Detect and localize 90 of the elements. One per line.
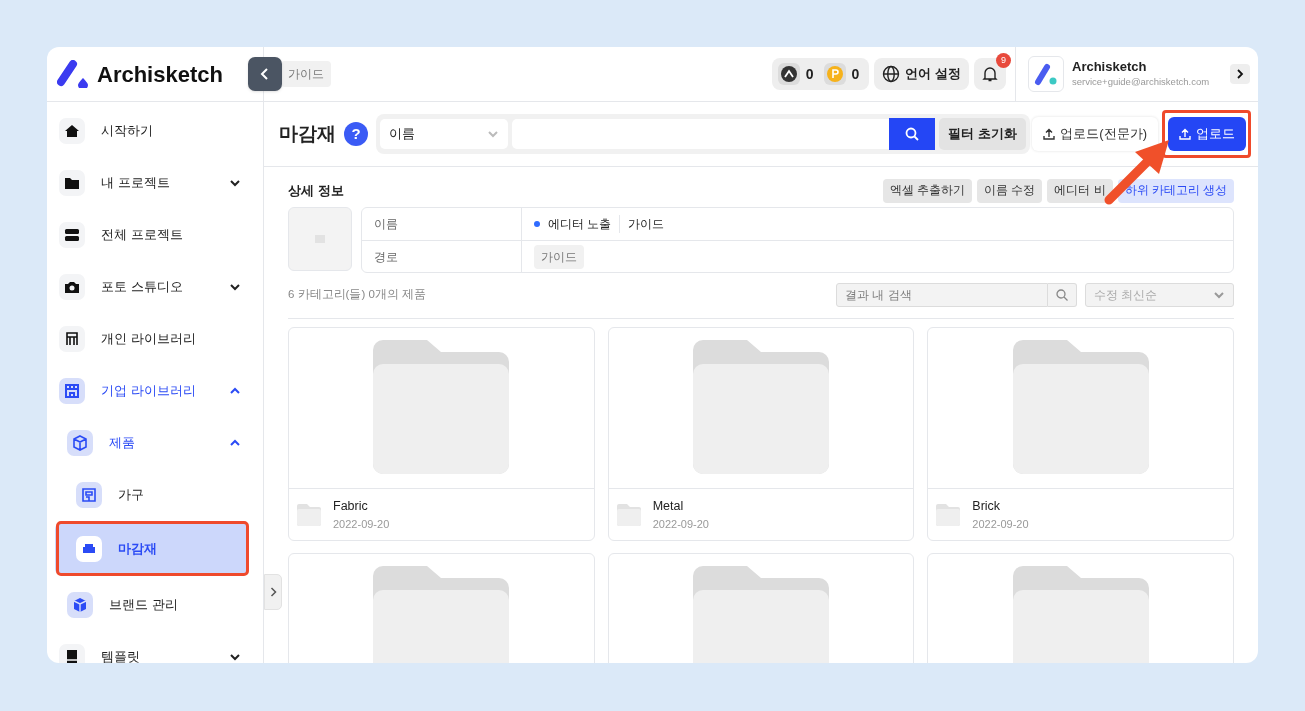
sidebar-icon: [59, 378, 85, 404]
globe-icon: [882, 65, 901, 83]
sidebar-icon: [59, 274, 85, 300]
chevron-icon: [229, 177, 241, 189]
folder-name: Brick: [972, 497, 1002, 515]
counter-value: 0: [851, 64, 860, 84]
folder-icon: [616, 503, 641, 526]
search-icon: [905, 127, 919, 141]
action-button[interactable]: 이름 수정: [977, 179, 1043, 203]
action-button[interactable]: 에디터 비: [1047, 179, 1113, 203]
folder-name: Metal: [652, 497, 685, 515]
sidebar-icon: [59, 170, 85, 196]
upload-expert-button[interactable]: 업로드(전문가): [1032, 117, 1158, 151]
result-summary: 6 카테고리(들) 0개의 제품: [288, 287, 428, 303]
sidebar-item[interactable]: 내 프로젝트: [55, 157, 249, 209]
path-tag: 가이드: [534, 244, 584, 269]
folder-date: 2022-09-20: [652, 516, 709, 532]
page-title: 마감재: [279, 121, 336, 146]
field-label: 이름: [362, 208, 522, 240]
sidebar-item[interactable]: 시작하기: [55, 105, 249, 157]
folder-icon: [1012, 340, 1149, 474]
chevron-icon: [229, 281, 241, 293]
expand-tab[interactable]: [264, 574, 282, 610]
sidebar-icon: [59, 118, 85, 144]
sidebar-icon: [76, 536, 102, 562]
coin-icon: [823, 63, 846, 85]
status-text: 에디터 노출: [548, 215, 621, 233]
search-button[interactable]: [889, 118, 935, 150]
sidebar-item[interactable]: 가구: [55, 469, 249, 521]
sidebar-item[interactable]: 기업 라이브러리: [55, 365, 249, 417]
chevron-icon: [1236, 69, 1244, 79]
chevron-icon: [1213, 289, 1225, 301]
sidebar-item[interactable]: 전체 프로젝트: [55, 209, 249, 261]
profile-email: service+guide@archisketch.com: [1072, 75, 1211, 89]
sidebar-icon: [67, 592, 93, 618]
logo-icon: [57, 60, 89, 88]
sidebar-item[interactable]: 개인 라이브러리: [55, 313, 249, 365]
chevron-icon: [269, 587, 277, 597]
breadcrumb-chip[interactable]: 가이드: [281, 61, 331, 87]
bell-icon: [982, 66, 998, 82]
folder-name: Fabric: [333, 497, 369, 515]
action-button[interactable]: 엑셀 추출하기: [883, 179, 973, 203]
result-search-field[interactable]: 결과 내 검색: [836, 283, 1048, 307]
sidebar-icon: [59, 222, 85, 248]
search-button[interactable]: [1048, 283, 1077, 307]
language-button[interactable]: 언어 설정: [874, 58, 969, 90]
profile-name: Archisketch: [1072, 59, 1148, 75]
upload-icon: [1179, 128, 1191, 140]
action-button[interactable]: 하위 카테고리 생성: [1117, 179, 1234, 203]
chevron-icon: [229, 651, 241, 663]
field-label: 경로: [362, 241, 522, 272]
folder-date: 2022-09-20: [333, 516, 390, 532]
collapse-button[interactable]: [248, 57, 282, 91]
section-title: 상세 정보: [288, 182, 344, 201]
field-value: 가이드: [628, 216, 665, 233]
search-icon: [1056, 289, 1068, 301]
chevron-icon: [260, 68, 270, 80]
upload-button[interactable]: 업로드: [1168, 117, 1246, 151]
folder-icon: [373, 566, 510, 663]
folder-icon: [693, 566, 829, 663]
sidebar-item[interactable]: 마감재: [55, 523, 249, 575]
sidebar-item[interactable]: 제품: [55, 417, 249, 469]
notification-button[interactable]: [974, 58, 1006, 90]
sidebar-item[interactable]: 포토 스튜디오: [55, 261, 249, 313]
folder-icon: [373, 340, 510, 474]
help-icon[interactable]: ?: [344, 122, 368, 146]
folder-card[interactable]: Fabric 2022-09-20: [288, 327, 595, 541]
chevron-icon: [487, 128, 499, 140]
sidebar-item[interactable]: 브랜드 관리: [55, 579, 249, 631]
sidebar-icon: [76, 482, 102, 508]
sidebar-icon: [59, 326, 85, 352]
brand-name: Archisketch: [97, 60, 223, 89]
folder-icon: [936, 503, 961, 526]
folder-date: 2022-09-20: [972, 516, 1029, 532]
expand-button[interactable]: [1230, 64, 1250, 84]
stone-icon: [777, 63, 800, 85]
upload-icon: [1043, 128, 1056, 140]
folder-icon: [297, 503, 321, 526]
folder-icon: [1012, 566, 1149, 663]
counter-value: 0: [805, 64, 814, 84]
field-select[interactable]: 이름: [380, 119, 508, 149]
folder-card[interactable]: Metal 2022-09-20: [607, 327, 915, 541]
folder-card[interactable]: Brick 2022-09-20: [927, 327, 1234, 541]
profile-avatar: [1028, 56, 1064, 92]
search-field[interactable]: [512, 119, 889, 149]
reset-filter-button[interactable]: 필터 초기화: [939, 118, 1026, 150]
notification-badge: 9: [996, 53, 1011, 68]
folder-icon: [693, 340, 829, 474]
sidebar-item[interactable]: 템플릿: [55, 631, 249, 663]
sidebar-icon: [67, 430, 93, 456]
